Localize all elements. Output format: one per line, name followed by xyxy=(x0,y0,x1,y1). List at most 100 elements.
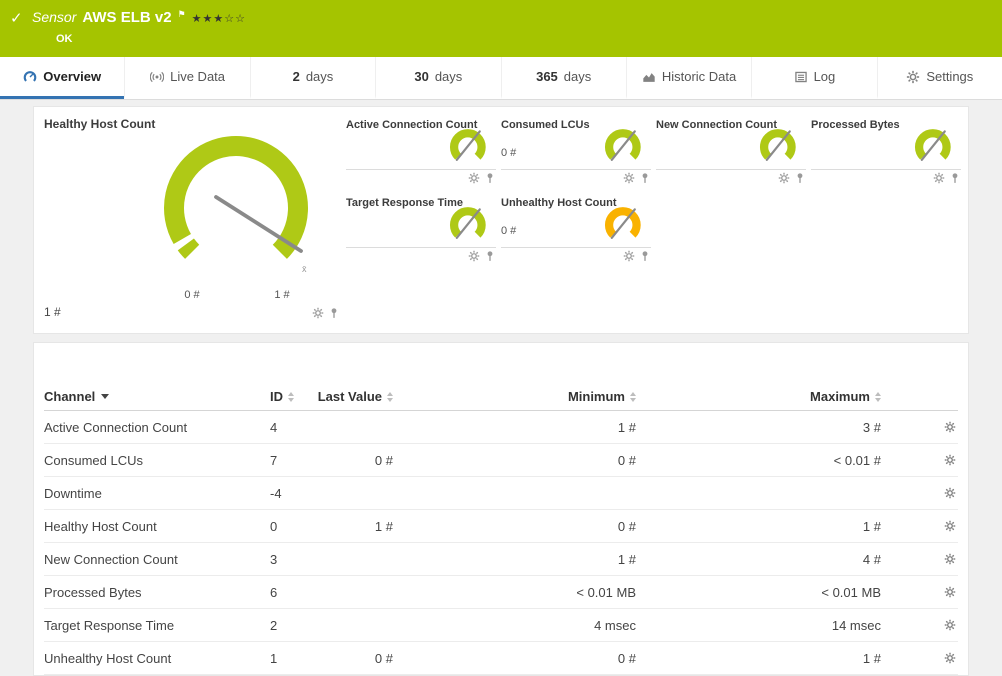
minimum-cell: 1 # xyxy=(617,551,636,567)
tab-2-days[interactable]: 2 days xyxy=(249,57,375,99)
gear-icon[interactable] xyxy=(933,172,945,184)
channel-settings-gear-icon[interactable] xyxy=(944,586,956,598)
minimum-cell: 4 msec xyxy=(594,617,636,633)
sort-icon[interactable] xyxy=(288,391,294,402)
minimum-cell: 0 # xyxy=(617,650,636,666)
column-header-maximum[interactable]: Maximum xyxy=(636,389,881,404)
gear-icon[interactable] xyxy=(468,172,480,184)
tile-divider xyxy=(811,169,961,170)
tab-log-label: Log xyxy=(813,69,836,84)
tile-divider xyxy=(656,169,806,170)
last-value-cell: 0 # xyxy=(374,650,393,666)
channel-settings-gear-icon[interactable] xyxy=(944,520,956,532)
tab-live-data[interactable]: Live Data xyxy=(124,57,249,99)
gear-icon[interactable] xyxy=(623,172,635,184)
live-data-broadcast-icon xyxy=(150,70,164,84)
column-header-last-value[interactable]: Last Value xyxy=(315,389,393,404)
pin-icon[interactable] xyxy=(484,250,496,262)
maximum-cell: 3 # xyxy=(862,419,881,435)
table-row: Downtime -4 xyxy=(44,477,958,510)
channel-name-cell: Unhealthy Host Count xyxy=(44,650,172,666)
overview-gauge-icon xyxy=(23,70,37,84)
tab-2-days-unit: days xyxy=(305,69,334,84)
column-header-id[interactable]: ID xyxy=(270,389,315,404)
table-row: Processed Bytes 6 < 0.01 MB < 0.01 MB xyxy=(44,576,958,609)
tile-active-connection-count: Active Connection Count xyxy=(346,115,496,189)
table-header-row: Channel ID Last Value Minimum Maximum xyxy=(44,383,958,411)
tab-historic-data[interactable]: Historic Data xyxy=(625,57,751,99)
maximum-cell: 14 msec xyxy=(831,617,881,633)
mini-gauge xyxy=(760,129,796,161)
channel-settings-gear-icon[interactable] xyxy=(944,421,956,433)
channel-id-cell: 6 xyxy=(270,584,278,600)
status-text: OK xyxy=(56,33,73,45)
gear-icon[interactable] xyxy=(312,307,324,319)
channel-settings-gear-icon[interactable] xyxy=(944,652,956,664)
tab-30-days-number: 30 xyxy=(414,69,429,84)
log-list-icon xyxy=(794,70,808,84)
mini-gauge-warning xyxy=(605,207,641,239)
pin-icon[interactable] xyxy=(328,307,340,319)
column-header-channel[interactable]: Channel xyxy=(44,389,270,404)
channel-name-cell: Consumed LCUs xyxy=(44,452,143,468)
channel-name-cell: Downtime xyxy=(44,485,102,501)
sort-icon[interactable] xyxy=(875,391,881,402)
pin-icon[interactable] xyxy=(484,172,496,184)
tab-settings[interactable]: Settings xyxy=(876,57,1002,99)
tab-30-days[interactable]: 30 days xyxy=(375,57,500,99)
tab-overview[interactable]: Overview xyxy=(0,57,125,99)
channel-id-cell: 0 xyxy=(270,518,278,534)
tile-value: 0 # xyxy=(501,147,517,159)
channel-id-cell: 7 xyxy=(270,452,278,468)
channel-id-cell: 3 xyxy=(270,551,278,567)
channel-id-cell: -4 xyxy=(270,485,282,501)
column-header-channel-label: Channel xyxy=(44,389,96,404)
pin-icon[interactable] xyxy=(639,250,651,262)
tile-target-response-time: Target Response Time xyxy=(346,193,496,267)
priority-stars[interactable]: ★★★☆☆ xyxy=(192,12,246,25)
channel-name-cell: Active Connection Count xyxy=(44,419,188,435)
mean-marker: x̄ xyxy=(302,264,307,274)
tab-log[interactable]: Log xyxy=(751,57,876,99)
tab-365-days[interactable]: 365 days xyxy=(500,57,626,99)
channel-id-cell: 4 xyxy=(270,419,278,435)
pin-icon[interactable] xyxy=(949,172,961,184)
gear-icon[interactable] xyxy=(623,250,635,262)
mini-gauge xyxy=(605,129,641,161)
flag-icon[interactable]: ⚑ xyxy=(178,9,186,20)
last-value-cell: 0 # xyxy=(374,452,393,468)
table-row: Consumed LCUs 7 0 # 0 # < 0.01 # xyxy=(44,444,958,477)
mini-gauge-grid: Active Connection Count Consumed LCUs 0 … xyxy=(346,115,968,267)
maximum-cell: 1 # xyxy=(862,650,881,666)
tile-actions xyxy=(468,250,496,262)
tab-365-days-number: 365 xyxy=(536,69,558,84)
channel-settings-gear-icon[interactable] xyxy=(944,553,956,565)
column-header-minimum-label: Minimum xyxy=(567,389,625,404)
primary-gauge xyxy=(164,136,308,259)
overview-content: Healthy Host Count 0 # 1 # x̄ 1 # Active… xyxy=(0,100,1002,676)
sensor-title: AWS ELB v2 xyxy=(82,9,172,26)
channel-settings-gear-icon[interactable] xyxy=(944,487,956,499)
tile-value: 0 # xyxy=(501,225,517,237)
channels-table-panel: Channel ID Last Value Minimum Maximum Ac… xyxy=(33,342,969,676)
last-value-cell: 1 # xyxy=(374,518,393,534)
column-header-maximum-label: Maximum xyxy=(810,389,870,404)
table-row: Target Response Time 2 4 msec 14 msec xyxy=(44,609,958,642)
table-row: Unhealthy Host Count 1 0 # 0 # 1 # xyxy=(44,642,958,675)
maximum-cell: < 0.01 MB xyxy=(821,584,881,600)
gear-icon[interactable] xyxy=(468,250,480,262)
mini-gauge xyxy=(450,207,486,239)
channel-settings-gear-icon[interactable] xyxy=(944,454,956,466)
pin-icon[interactable] xyxy=(639,172,651,184)
pin-icon[interactable] xyxy=(794,172,806,184)
table-row: Healthy Host Count 0 1 # 0 # 1 # xyxy=(44,510,958,543)
channel-settings-gear-icon[interactable] xyxy=(944,619,956,631)
gauges-panel: Healthy Host Count 0 # 1 # x̄ 1 # Active… xyxy=(33,106,969,334)
column-header-minimum[interactable]: Minimum xyxy=(393,389,636,404)
gear-icon[interactable] xyxy=(778,172,790,184)
tab-365-days-unit: days xyxy=(563,69,592,84)
sort-desc-icon[interactable] xyxy=(101,394,110,399)
mini-gauge xyxy=(915,129,951,161)
primary-gauge-actions xyxy=(312,307,340,319)
column-header-id-label: ID xyxy=(270,389,283,404)
